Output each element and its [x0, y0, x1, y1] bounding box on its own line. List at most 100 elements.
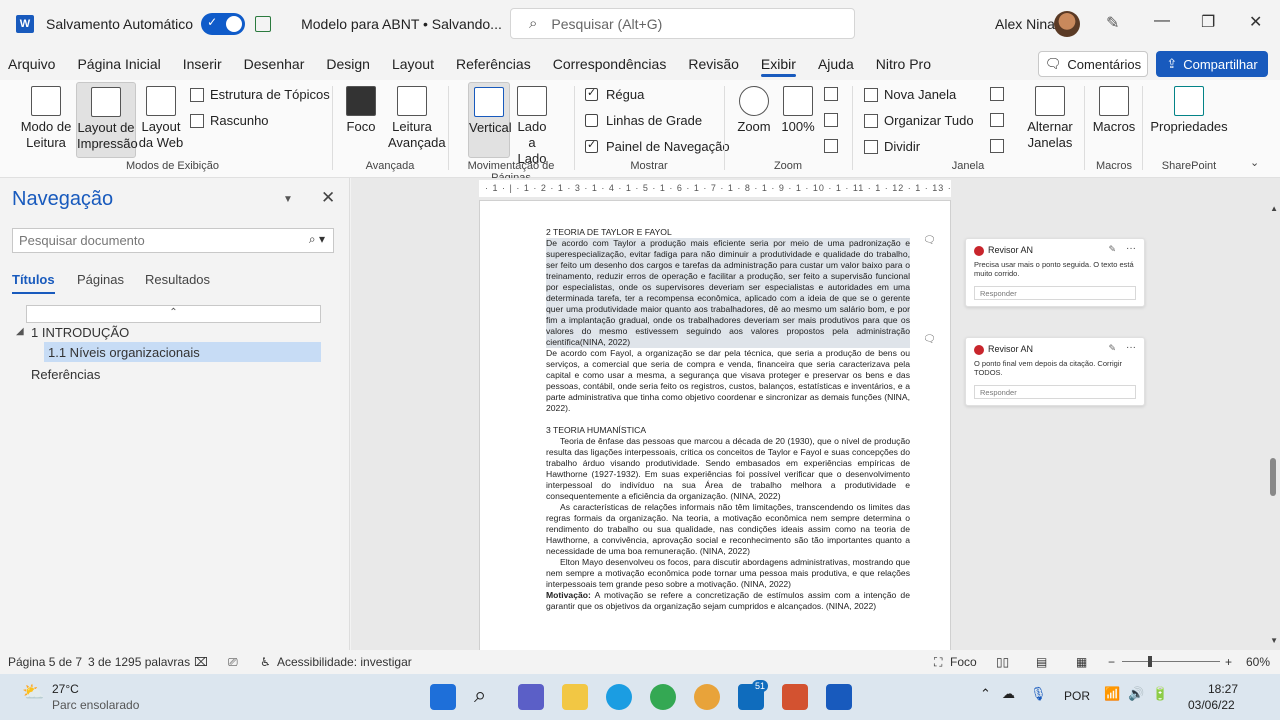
pen-icon[interactable]: ✎ — [1106, 13, 1119, 33]
clock-date[interactable]: 03/06/22 — [1188, 698, 1235, 712]
zoom-out-icon[interactable]: − — [1108, 655, 1115, 669]
minimize-button[interactable]: — — [1154, 12, 1170, 30]
weather-temp[interactable]: 27°C — [52, 682, 79, 696]
search-icon[interactable]: ⌕ ▾ — [309, 232, 325, 247]
close-button[interactable]: ✕ — [1249, 12, 1262, 32]
weather-icon[interactable]: ⛅ — [22, 682, 44, 703]
organizar-tudo-button[interactable]: Organizar Tudo — [864, 113, 974, 128]
scroll-down-arrow-icon[interactable]: ▼ — [1270, 636, 1278, 645]
share-button[interactable]: ⇪ Compartilhar — [1156, 51, 1268, 77]
search-icon[interactable]: ⌕ — [474, 682, 486, 708]
autosave-toggle[interactable]: ✓ — [201, 13, 246, 35]
macros-button[interactable]: Macros — [1090, 86, 1138, 135]
accessibility-icon[interactable]: ♿ — [260, 655, 271, 669]
sync-scroll-button[interactable] — [990, 113, 1010, 127]
language-indicator[interactable]: POR — [1064, 689, 1090, 703]
painel-navegacao-checkbox[interactable]: Painel de Navegação — [585, 138, 730, 154]
alternar-janelas-button[interactable]: Alternar Janelas — [1022, 86, 1078, 151]
chrome-icon[interactable] — [650, 684, 676, 710]
collapse-triangle-icon[interactable]: ◢ — [16, 326, 24, 337]
page-count[interactable]: Página 5 de 7 — [8, 655, 82, 669]
vertical-scrollbar[interactable] — [1270, 206, 1276, 646]
scrollbar-thumb[interactable] — [1270, 458, 1276, 496]
collapse-ribbon-icon[interactable]: ⌄ — [1250, 156, 1259, 169]
proofing-icon[interactable]: ⌧ — [194, 655, 208, 669]
page-width-button[interactable] — [824, 139, 844, 153]
tab-layout[interactable]: Layout — [381, 48, 445, 80]
comment-card[interactable]: Revisor AN ✎ ··· O ponto final vem depoi… — [965, 337, 1145, 406]
nav-heading-item[interactable]: Referências — [31, 367, 100, 382]
zoom-slider[interactable] — [1122, 661, 1220, 662]
comment-reply-input[interactable]: Responder — [974, 286, 1136, 300]
tab-correspondencias[interactable]: Correspondências — [542, 48, 678, 80]
tab-revisao[interactable]: Revisão — [677, 48, 750, 80]
tab-exibir[interactable]: Exibir — [750, 48, 807, 80]
microphone-icon[interactable]: 🎙 — [1030, 686, 1047, 702]
document-title[interactable]: Modelo para ABNT • Salvando... — [301, 16, 502, 32]
volume-icon[interactable]: 🔊 — [1128, 686, 1144, 702]
view-side-by-side-button[interactable] — [990, 87, 1010, 101]
zoom-level[interactable]: 60% — [1246, 655, 1270, 669]
file-explorer-icon[interactable] — [562, 684, 588, 710]
print-layout-icon[interactable]: ▤ — [1036, 655, 1047, 669]
scroll-up-heading-button[interactable]: ⌃ — [26, 305, 321, 323]
comment-marker-icon[interactable]: 🗨 — [923, 334, 936, 345]
tab-arquivo[interactable]: Arquivo — [0, 48, 66, 80]
clock-time[interactable]: 18:27 — [1208, 682, 1238, 696]
nav-tab-paginas[interactable]: Páginas — [77, 272, 124, 287]
word-count[interactable]: 3 de 1295 palavras — [88, 655, 190, 669]
nav-heading-item[interactable]: 1 INTRODUÇÃO — [31, 325, 129, 340]
zoom-in-icon[interactable]: + — [1225, 655, 1232, 669]
nav-heading-item-selected[interactable]: 1.1 Níveis organizacionais — [44, 342, 321, 362]
search-input[interactable]: ⌕ Pesquisar (Alt+G) — [510, 8, 855, 39]
powerpoint-icon[interactable] — [782, 684, 808, 710]
horizontal-ruler[interactable]: · 1 · | · 1 · 2 · 1 · 3 · 1 · 4 · 1 · 5 … — [479, 180, 951, 197]
edit-icon[interactable]: ✎ — [1108, 244, 1116, 255]
modo-leitura-button[interactable]: Modo de Leitura — [18, 86, 74, 151]
zoom-slider-thumb[interactable] — [1148, 656, 1152, 667]
teams-chat-icon[interactable] — [518, 684, 544, 710]
nav-search-input[interactable]: Pesquisar documento ⌕ ▾ — [12, 228, 334, 253]
more-icon[interactable]: ··· — [1126, 342, 1136, 353]
layout-web-button[interactable]: Layout da Web — [138, 86, 184, 151]
one-page-button[interactable] — [824, 87, 844, 101]
tray-chevron-icon[interactable]: ⌃ — [980, 686, 991, 702]
app-icon[interactable] — [694, 684, 720, 710]
chevron-down-icon[interactable]: ▼ — [283, 194, 293, 205]
comments-button[interactable]: 🗨 Comentários — [1038, 51, 1148, 77]
tab-referencias[interactable]: Referências — [445, 48, 542, 80]
nova-janela-button[interactable]: Nova Janela — [864, 87, 956, 102]
word-taskbar-icon[interactable] — [826, 684, 852, 710]
tab-inserir[interactable]: Inserir — [172, 48, 233, 80]
windows-start-icon[interactable] — [430, 684, 456, 710]
focus-mode-icon[interactable]: ⛶ — [934, 655, 942, 670]
tab-desenhar[interactable]: Desenhar — [233, 48, 316, 80]
nav-tab-titulos[interactable]: Títulos — [12, 272, 55, 294]
tab-design[interactable]: Design — [315, 48, 381, 80]
document-page[interactable]: 2 TEORIA DE TAYLOR E FAYOL De acordo com… — [479, 200, 951, 652]
comment-reply-input[interactable]: Responder — [974, 385, 1136, 399]
onedrive-icon[interactable]: ☁ — [1002, 686, 1015, 702]
zoom-100-button[interactable]: 100% — [780, 86, 816, 135]
reset-window-button[interactable] — [990, 139, 1010, 153]
linhas-grade-checkbox[interactable]: Linhas de Grade — [585, 113, 702, 128]
layout-impressao-button[interactable]: Layout de Impressão — [76, 82, 138, 158]
close-icon[interactable]: ✕ — [321, 188, 335, 208]
edit-icon[interactable]: ✎ — [1108, 343, 1116, 354]
foco-button[interactable]: Foco — [342, 86, 380, 135]
avatar[interactable] — [1054, 11, 1080, 37]
edge-icon[interactable] — [606, 684, 632, 710]
multiple-pages-button[interactable] — [824, 113, 844, 127]
weather-desc[interactable]: Parc ensolarado — [52, 698, 139, 712]
more-icon[interactable]: ··· — [1126, 243, 1136, 254]
dividir-button[interactable]: Dividir — [864, 139, 920, 154]
user-name[interactable]: Alex Nina — [995, 16, 1055, 32]
vertical-button[interactable]: Vertical — [468, 82, 512, 158]
propriedades-button[interactable]: Propriedades — [1150, 86, 1228, 135]
nav-tab-resultados[interactable]: Resultados — [145, 272, 210, 287]
page-body[interactable]: 2 TEORIA DE TAYLOR E FAYOL De acordo com… — [546, 227, 910, 612]
restore-button[interactable]: ❐ — [1201, 12, 1215, 32]
comment-marker-icon[interactable]: 🗨 — [923, 235, 936, 246]
comment-card[interactable]: Revisor AN ✎ ··· Precisa usar mais o pon… — [965, 238, 1145, 307]
read-mode-icon[interactable]: ▯▯ — [996, 655, 1009, 669]
